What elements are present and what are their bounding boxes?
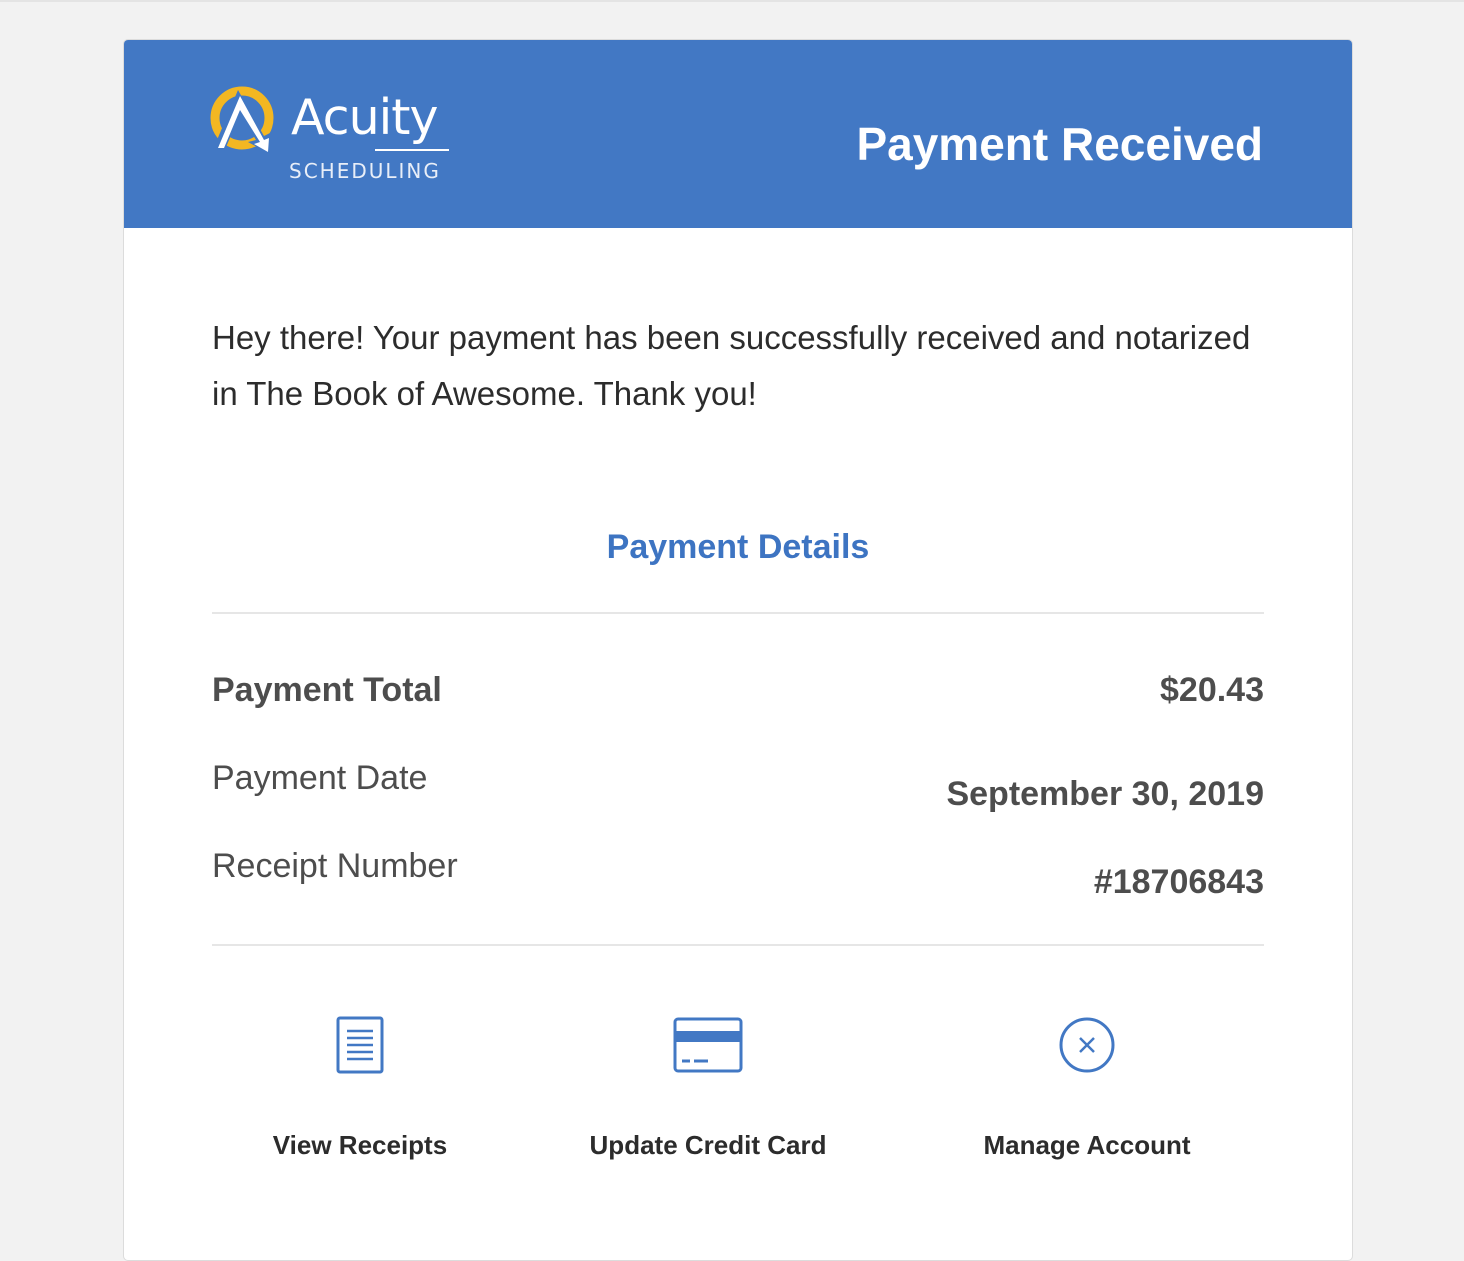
email-header: Acuity SCHEDULING Payment Received — [124, 40, 1352, 228]
view-receipts-button[interactable]: View Receipts — [210, 1015, 510, 1165]
page-title: Payment Received — [856, 118, 1263, 170]
receipt-icon — [336, 1016, 384, 1074]
manage-account-button[interactable]: Manage Account — [937, 1015, 1237, 1165]
update-credit-card-label: Update Credit Card — [589, 1130, 827, 1160]
logo-wordmark: Acuity — [291, 89, 438, 146]
payment-total-value: $20.43 — [1160, 671, 1264, 709]
logo-subtitle: SCHEDULING — [289, 159, 441, 183]
details-top-divider — [212, 612, 1264, 614]
payment-date-label: Payment Date — [212, 759, 428, 797]
logo-underline — [375, 149, 449, 151]
top-border — [0, 0, 1464, 2]
receipt-number-value: #18706843 — [1093, 863, 1264, 901]
credit-card-icon — [673, 1017, 743, 1073]
intro-message: Hey there! Your payment has been success… — [212, 319, 1251, 412]
details-bottom-divider — [212, 944, 1264, 946]
acuity-logo-icon — [210, 86, 274, 154]
acuity-logo[interactable]: Acuity SCHEDULING — [210, 84, 470, 194]
payment-date-value: September 30, 2019 — [946, 775, 1264, 813]
view-receipts-label: View Receipts — [272, 1130, 448, 1160]
update-credit-card-button[interactable]: Update Credit Card — [558, 1015, 858, 1165]
manage-account-label: Manage Account — [983, 1130, 1191, 1160]
close-circle-icon — [1059, 1017, 1115, 1073]
receipt-number-label: Receipt Number — [212, 847, 458, 885]
payment-details-heading: Payment Details — [606, 528, 870, 566]
email-card: Acuity SCHEDULING Payment Received Hey t… — [123, 39, 1353, 1261]
payment-total-label: Payment Total — [212, 671, 442, 709]
